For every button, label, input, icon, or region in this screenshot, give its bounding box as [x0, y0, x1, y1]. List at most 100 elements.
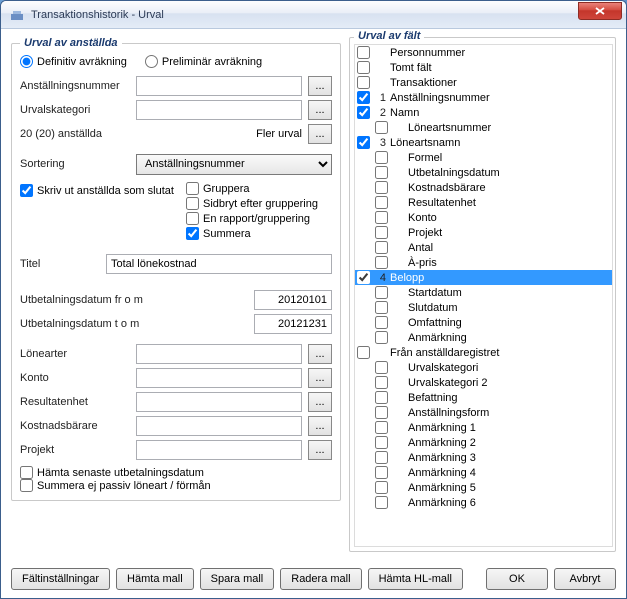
field-item[interactable]: Anmärkning 1: [355, 420, 612, 435]
radio-definitiv[interactable]: Definitiv avräkning: [20, 55, 127, 68]
field-item-checkbox[interactable]: [357, 136, 370, 149]
field-item-checkbox[interactable]: [375, 361, 388, 374]
field-item-checkbox[interactable]: [375, 496, 388, 509]
field-item[interactable]: 2Namn: [355, 105, 612, 120]
faltinstallningar-button[interactable]: Fältinställningar: [11, 568, 110, 590]
field-item-checkbox[interactable]: [357, 76, 370, 89]
field-item[interactable]: Antal: [355, 240, 612, 255]
field-item-checkbox[interactable]: [375, 331, 388, 344]
skrivut-checkbox[interactable]: [20, 184, 33, 197]
field-item-checkbox[interactable]: [357, 346, 370, 359]
field-item[interactable]: À-pris: [355, 255, 612, 270]
field-item[interactable]: Urvalskategori 2: [355, 375, 612, 390]
field-item[interactable]: Konto: [355, 210, 612, 225]
close-button[interactable]: [578, 2, 622, 20]
field-item[interactable]: Projekt: [355, 225, 612, 240]
field-item-checkbox[interactable]: [375, 241, 388, 254]
field-item-checkbox[interactable]: [357, 271, 370, 284]
hamta-hl-mall-button[interactable]: Hämta HL-mall: [368, 568, 463, 590]
titlebar[interactable]: Transaktionshistorik - Urval: [1, 1, 626, 29]
field-item[interactable]: Urvalskategori: [355, 360, 612, 375]
lonearter-input[interactable]: [136, 344, 302, 364]
field-item-checkbox[interactable]: [375, 421, 388, 434]
konto-input[interactable]: [136, 368, 302, 388]
sidbryt-checkbox[interactable]: [186, 197, 199, 210]
field-item-checkbox[interactable]: [375, 181, 388, 194]
field-item-checkbox[interactable]: [375, 316, 388, 329]
field-item-checkbox[interactable]: [375, 466, 388, 479]
field-item[interactable]: Slutdatum: [355, 300, 612, 315]
field-item-checkbox[interactable]: [375, 166, 388, 179]
radio-preliminar-input[interactable]: [145, 55, 158, 68]
field-item-checkbox[interactable]: [375, 121, 388, 134]
field-item[interactable]: Anmärkning: [355, 330, 612, 345]
ok-button[interactable]: OK: [486, 568, 548, 590]
field-list[interactable]: PersonnummerTomt fältTransaktioner1Anstä…: [354, 44, 613, 547]
fler-urval-button[interactable]: ...: [308, 124, 332, 144]
projekt-input[interactable]: [136, 440, 302, 460]
field-item-checkbox[interactable]: [375, 196, 388, 209]
enrapport-checkbox[interactable]: [186, 212, 199, 225]
field-item[interactable]: Anmärkning 3: [355, 450, 612, 465]
field-item-checkbox[interactable]: [375, 286, 388, 299]
field-item-checkbox[interactable]: [375, 481, 388, 494]
summera-checkbox[interactable]: [186, 227, 199, 240]
radera-mall-button[interactable]: Radera mall: [280, 568, 361, 590]
anstnr-browse-button[interactable]: ...: [308, 76, 332, 96]
field-item-checkbox[interactable]: [357, 91, 370, 104]
field-item[interactable]: Från anställdaregistret: [355, 345, 612, 360]
summera-ej-checkbox[interactable]: [20, 479, 33, 492]
field-item[interactable]: Tomt fält: [355, 60, 612, 75]
field-item[interactable]: Löneartsnummer: [355, 120, 612, 135]
field-item-checkbox[interactable]: [375, 391, 388, 404]
kostnad-browse-button[interactable]: ...: [308, 416, 332, 436]
resultat-input[interactable]: [136, 392, 302, 412]
field-item[interactable]: Utbetalningsdatum: [355, 165, 612, 180]
radio-definitiv-input[interactable]: [20, 55, 33, 68]
kostnad-input[interactable]: [136, 416, 302, 436]
field-item[interactable]: 4Belopp: [355, 270, 612, 285]
field-item-checkbox[interactable]: [375, 256, 388, 269]
field-item-checkbox[interactable]: [375, 406, 388, 419]
titel-input[interactable]: [106, 254, 332, 274]
field-item-checkbox[interactable]: [375, 451, 388, 464]
field-item-checkbox[interactable]: [375, 151, 388, 164]
field-item[interactable]: Formel: [355, 150, 612, 165]
field-item[interactable]: Personnummer: [355, 45, 612, 60]
avbryt-button[interactable]: Avbryt: [554, 568, 616, 590]
projekt-browse-button[interactable]: ...: [308, 440, 332, 460]
field-item[interactable]: 1Anställningsnummer: [355, 90, 612, 105]
field-item[interactable]: Anmärkning 4: [355, 465, 612, 480]
field-item-checkbox[interactable]: [357, 61, 370, 74]
field-item-checkbox[interactable]: [375, 436, 388, 449]
field-item[interactable]: Anmärkning 2: [355, 435, 612, 450]
urvalskat-input[interactable]: [136, 100, 302, 120]
field-item-checkbox[interactable]: [357, 46, 370, 59]
utbfrom-input[interactable]: [254, 290, 332, 310]
field-item-checkbox[interactable]: [375, 211, 388, 224]
field-item[interactable]: Resultatenhet: [355, 195, 612, 210]
utbtom-input[interactable]: [254, 314, 332, 334]
field-item[interactable]: Startdatum: [355, 285, 612, 300]
field-item[interactable]: Befattning: [355, 390, 612, 405]
sort-select[interactable]: Anställningsnummer: [136, 154, 332, 175]
spara-mall-button[interactable]: Spara mall: [200, 568, 275, 590]
field-item[interactable]: Transaktioner: [355, 75, 612, 90]
hamta-senaste-checkbox[interactable]: [20, 466, 33, 479]
field-item[interactable]: Anmärkning 5: [355, 480, 612, 495]
field-item[interactable]: Kostnadsbärare: [355, 180, 612, 195]
hamta-mall-button[interactable]: Hämta mall: [116, 568, 194, 590]
field-item[interactable]: Anställningsform: [355, 405, 612, 420]
urvalskat-browse-button[interactable]: ...: [308, 100, 332, 120]
field-item[interactable]: 3Löneartsnamn: [355, 135, 612, 150]
lonearter-browse-button[interactable]: ...: [308, 344, 332, 364]
field-item-checkbox[interactable]: [357, 106, 370, 119]
anstnr-input[interactable]: [136, 76, 302, 96]
field-item[interactable]: Anmärkning 6: [355, 495, 612, 510]
konto-browse-button[interactable]: ...: [308, 368, 332, 388]
radio-preliminar[interactable]: Preliminär avräkning: [145, 55, 262, 68]
resultat-browse-button[interactable]: ...: [308, 392, 332, 412]
field-item-checkbox[interactable]: [375, 226, 388, 239]
gruppera-checkbox[interactable]: [186, 182, 199, 195]
field-item[interactable]: Omfattning: [355, 315, 612, 330]
